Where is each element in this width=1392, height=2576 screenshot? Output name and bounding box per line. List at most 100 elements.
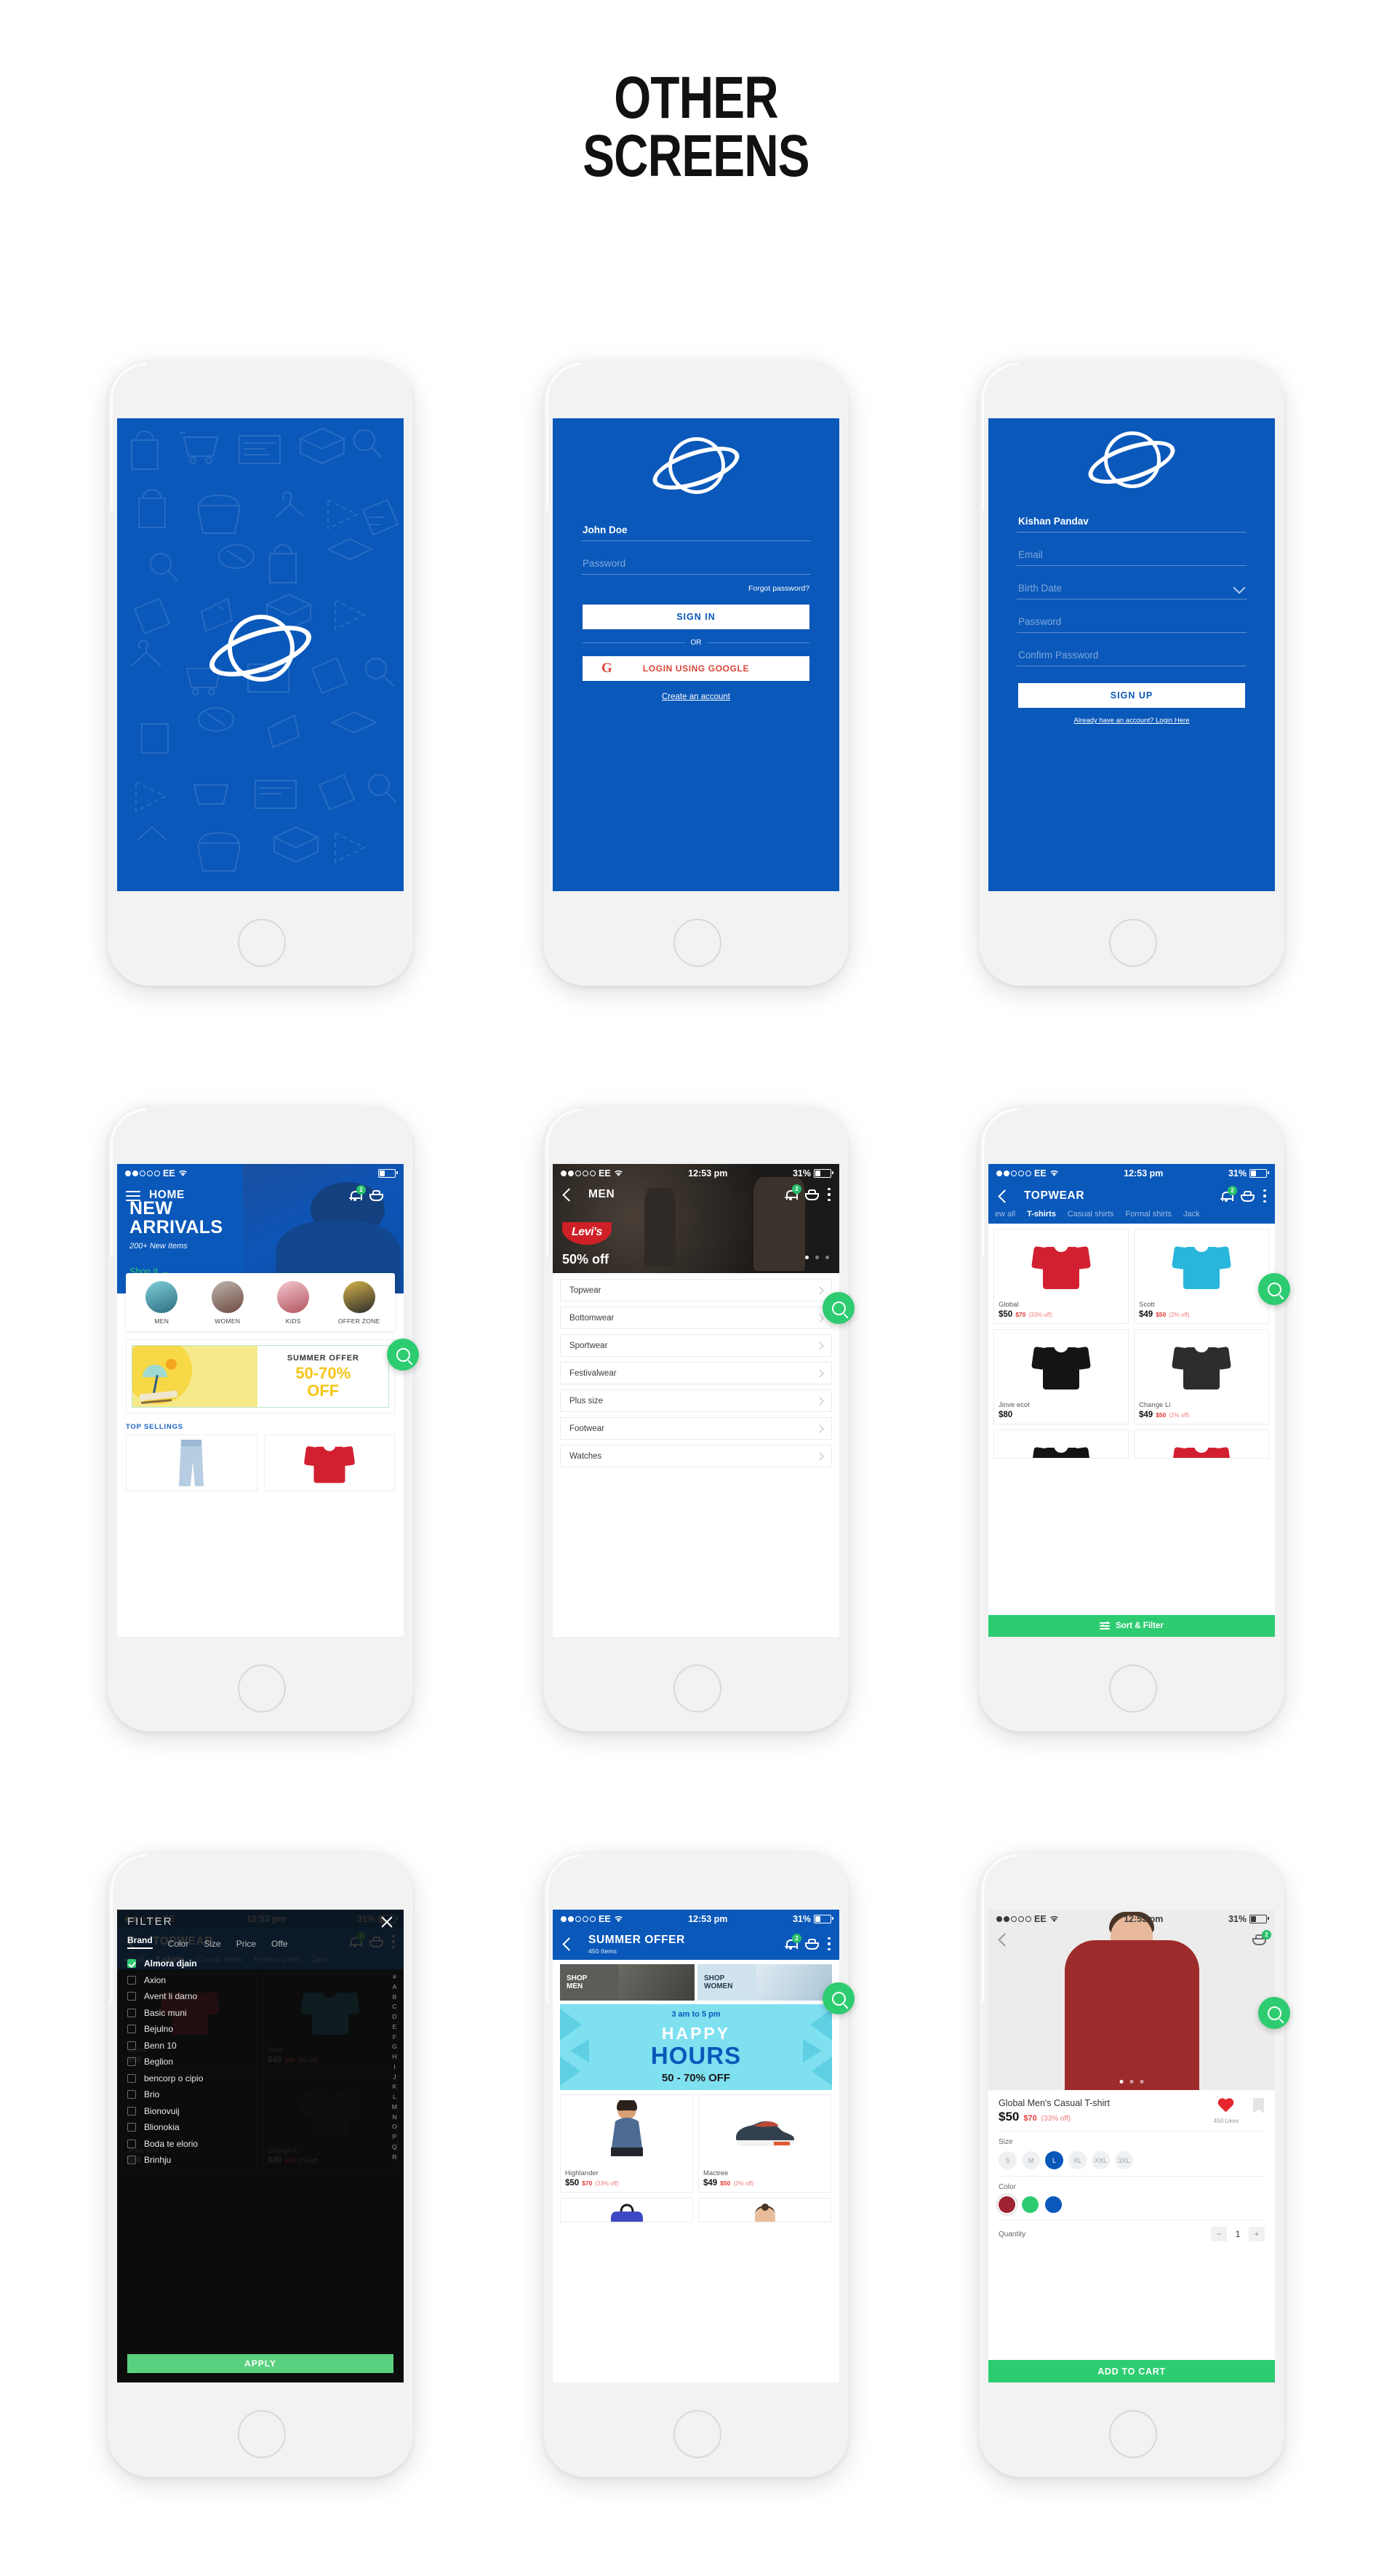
alpha-letter[interactable]: K xyxy=(393,2082,397,2092)
add-to-cart-button[interactable]: ADD TO CART xyxy=(988,2360,1275,2382)
color-option-blue[interactable] xyxy=(1045,2196,1062,2213)
notifications-icon[interactable]: 2 xyxy=(1220,1186,1237,1202)
brand-row[interactable]: Benn 10 xyxy=(127,2041,393,2051)
like-control[interactable]: 450 Likes xyxy=(1214,2099,1239,2124)
heart-icon[interactable] xyxy=(1217,2099,1234,2114)
tab-casual-shirts[interactable]: Casual shirts xyxy=(1068,1210,1114,1219)
checkbox-icon[interactable] xyxy=(127,2139,136,2148)
list-item[interactable]: Footwear xyxy=(560,1417,832,1440)
home-button[interactable] xyxy=(238,2410,286,2458)
brand-row[interactable]: Bionovuij xyxy=(127,2106,393,2116)
summer-offer-card[interactable]: SUMMER OFFER 50-70% OFF xyxy=(126,1339,395,1413)
home-button[interactable] xyxy=(238,919,286,967)
back-icon[interactable] xyxy=(998,1189,1012,1203)
checkbox-icon[interactable] xyxy=(127,1975,136,1985)
back-icon[interactable] xyxy=(562,1187,576,1202)
category-item[interactable]: KIDS xyxy=(265,1281,321,1325)
product-card[interactable] xyxy=(126,1435,257,1491)
size-option-l[interactable]: L xyxy=(1045,2151,1063,2169)
home-button[interactable] xyxy=(673,919,721,967)
list-item[interactable]: Topwear xyxy=(560,1279,832,1301)
product-card[interactable]: Change Li $49 $50 (2% off) xyxy=(1134,1329,1269,1424)
filter-tab-price[interactable]: Price xyxy=(236,1939,256,1949)
alpha-letter[interactable]: H xyxy=(392,2052,396,2062)
birthdate-select[interactable]: Birth Date xyxy=(1017,580,1247,599)
alpha-letter[interactable]: C xyxy=(392,2002,396,2012)
alpha-letter[interactable]: M xyxy=(392,2102,397,2113)
home-button[interactable] xyxy=(238,1664,286,1712)
brand-row[interactable]: Avent li darno xyxy=(127,1991,393,2001)
quantity-decrement-button[interactable]: − xyxy=(1211,2227,1227,2241)
alpha-letter[interactable]: G xyxy=(392,2042,397,2052)
filter-tab-color[interactable]: Color xyxy=(168,1939,189,1949)
list-item[interactable]: Watches xyxy=(560,1445,832,1467)
product-card[interactable]: Jinve ecot $80 xyxy=(993,1329,1129,1424)
product-card[interactable]: Highlander $50 $70 (33% off) xyxy=(560,2094,693,2193)
list-item[interactable]: Bottomwear xyxy=(560,1307,832,1329)
alpha-letter[interactable]: P xyxy=(393,2132,397,2142)
category-item[interactable]: WOMEN xyxy=(199,1281,256,1325)
password-input[interactable]: Password xyxy=(1017,613,1247,633)
brand-row[interactable]: Basic muni xyxy=(127,2008,393,2018)
filter-tab-offer[interactable]: Offe xyxy=(271,1939,287,1949)
tab-tshirts[interactable]: T-shirts xyxy=(1027,1210,1056,1219)
alpha-letter[interactable]: E xyxy=(393,2022,397,2033)
overflow-menu-icon[interactable] xyxy=(828,1937,831,1950)
notifications-icon[interactable]: 2 xyxy=(785,1184,801,1200)
product-card[interactable] xyxy=(993,1429,1129,1459)
alpha-letter[interactable]: # xyxy=(393,1972,396,1982)
quantity-increment-button[interactable]: + xyxy=(1249,2227,1265,2241)
back-icon[interactable] xyxy=(998,1932,1012,1947)
list-item[interactable]: Plus size xyxy=(560,1389,832,1412)
alphabet-index[interactable]: # A B C D E F G H I J K L M N O P Q R xyxy=(392,1972,397,2163)
product-card[interactable] xyxy=(263,1435,395,1491)
overflow-menu-icon[interactable] xyxy=(1263,1189,1266,1203)
login-here-link[interactable]: Already have an account? Login Here xyxy=(1074,717,1190,725)
category-item[interactable]: OFFER ZONE xyxy=(331,1281,388,1325)
home-button[interactable] xyxy=(673,1664,721,1712)
color-option-red[interactable] xyxy=(999,2196,1015,2213)
back-icon[interactable] xyxy=(562,1937,576,1951)
shop-women-banner[interactable]: SHOP WOMEN xyxy=(697,1964,832,2001)
size-option-3xl[interactable]: 3XL xyxy=(1115,2151,1133,2169)
close-icon[interactable] xyxy=(380,1915,393,1929)
brand-row[interactable]: Boda te elorio xyxy=(127,2139,393,2149)
brand-row[interactable]: Almora djain xyxy=(127,1958,393,1969)
checkbox-icon[interactable] xyxy=(127,2073,136,2083)
home-button[interactable] xyxy=(1109,919,1157,967)
list-item[interactable]: Festivalwear xyxy=(560,1362,832,1384)
carousel-dots[interactable] xyxy=(1119,2080,1144,2083)
cart-icon[interactable]: 2 xyxy=(1252,1929,1271,1945)
sign-up-button[interactable]: SIGN UP xyxy=(1018,683,1245,708)
cart-icon[interactable] xyxy=(1241,1190,1255,1202)
color-option-green[interactable] xyxy=(1022,2196,1039,2213)
brand-row[interactable]: Beglion xyxy=(127,2057,393,2067)
brand-row[interactable]: Bejulno xyxy=(127,2024,393,2034)
checkbox-icon[interactable] xyxy=(127,2123,136,2132)
checkbox-icon[interactable] xyxy=(127,2156,136,2164)
cart-icon[interactable] xyxy=(805,1189,819,1200)
product-card[interactable] xyxy=(1134,1429,1269,1459)
email-input[interactable]: Email xyxy=(1017,546,1247,566)
tab-jackets[interactable]: Jack xyxy=(1183,1210,1200,1219)
tab-formal-shirts[interactable]: Formal shirts xyxy=(1125,1210,1172,1219)
brand-row[interactable]: bencorp o cipio xyxy=(127,2073,393,2083)
alpha-letter[interactable]: N xyxy=(392,2113,396,2123)
google-login-button[interactable]: G LOGIN USING GOOGLE xyxy=(583,656,809,681)
fullname-input[interactable]: Kishan Pandav xyxy=(1017,513,1247,533)
checkbox-icon[interactable] xyxy=(127,2008,136,2017)
happy-hours-banner[interactable]: 3 am to 5 pm HAPPY HOURS 50 - 70% OFF xyxy=(560,2004,832,2090)
checkbox-icon[interactable] xyxy=(127,2025,136,2033)
brand-row[interactable]: Brio xyxy=(127,2089,393,2100)
alpha-letter[interactable]: Q xyxy=(392,2142,397,2153)
apply-button[interactable]: APPLY xyxy=(127,2354,393,2373)
confirm-password-input[interactable]: Confirm Password xyxy=(1017,647,1247,666)
home-button[interactable] xyxy=(1109,1664,1157,1712)
checkbox-icon[interactable] xyxy=(127,2041,136,2050)
quantity-stepper[interactable]: − 1 + xyxy=(1211,2227,1265,2241)
brand-row[interactable]: Brinhju xyxy=(127,2155,393,2165)
product-card[interactable]: Scott $49 $50 (2% off) xyxy=(1134,1229,1269,1324)
home-button[interactable] xyxy=(673,2410,721,2458)
search-fab-button[interactable] xyxy=(1258,1997,1290,2029)
alpha-letter[interactable]: A xyxy=(393,1982,397,1993)
